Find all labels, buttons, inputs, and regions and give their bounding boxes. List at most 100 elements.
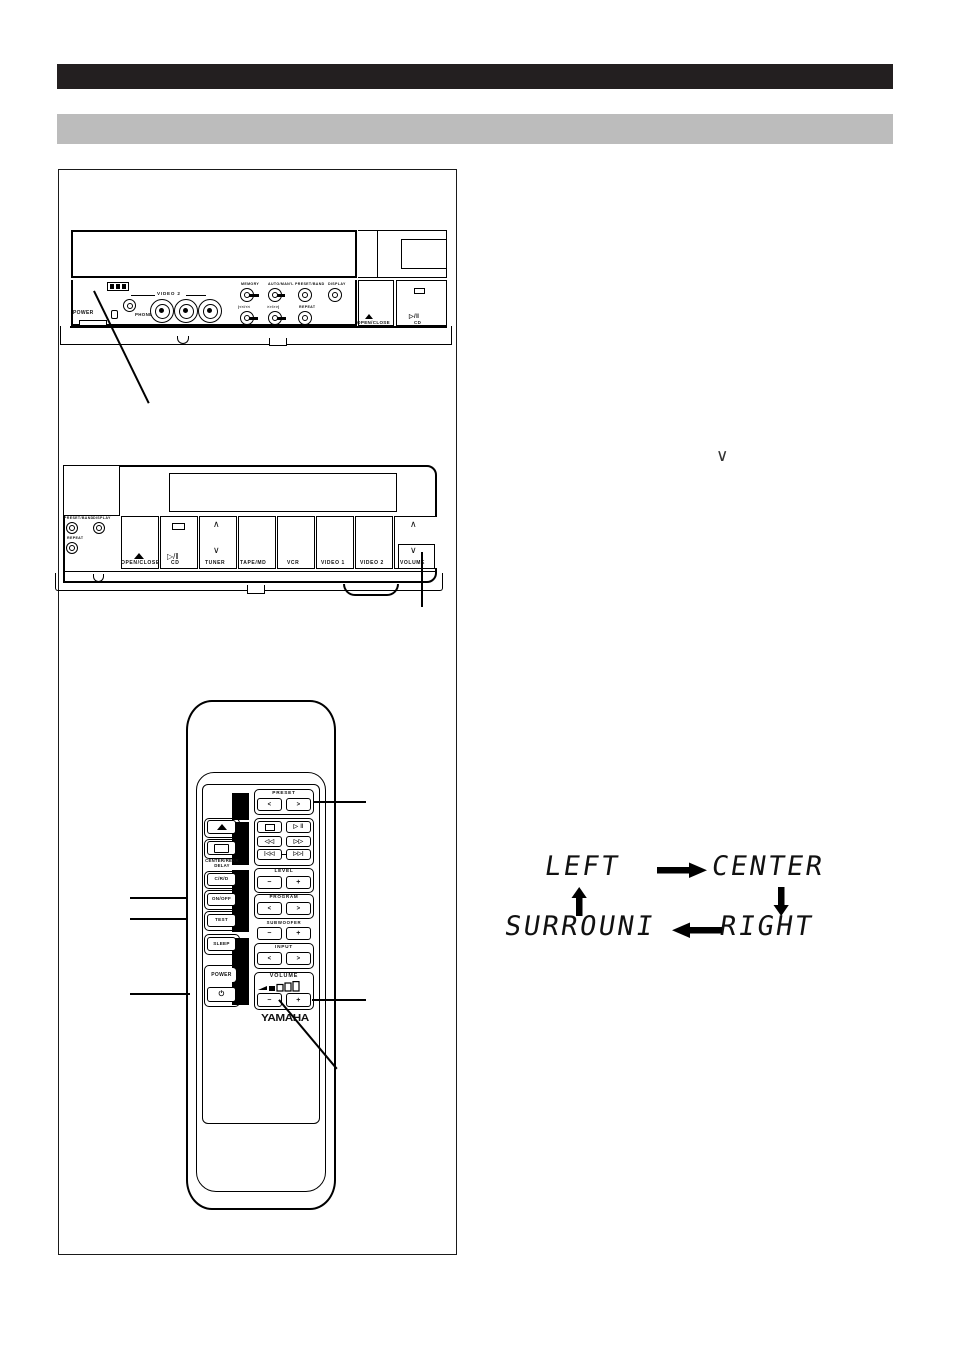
key-label-tape-md: TAPE/MD (240, 560, 267, 566)
chevron-up-icon: ∧ (410, 520, 417, 530)
chassis-foot (269, 338, 287, 346)
play-pause-button[interactable]: ▷ ‖ (286, 821, 311, 833)
display-knob-inner (331, 291, 339, 299)
on-off-button[interactable]: ON/OFF (207, 893, 236, 906)
remote-control-diagram: CENTER/REAR DELAY C/R/D ON/OFF TEST SLEE… (130, 700, 366, 1210)
arrow-up-icon (571, 887, 587, 916)
header-subheader-bar (57, 114, 893, 144)
next-track-button[interactable]: ▷▷| (286, 849, 311, 860)
preset-band-knob-lower-inner (69, 525, 76, 532)
stop-button[interactable] (257, 821, 282, 833)
center-rear-delay-label: CENTER/REAR DELAY (199, 858, 245, 868)
volume-label: VOLUME (269, 973, 299, 979)
rew-button[interactable]: ◁◁ (257, 836, 282, 847)
repeat-label: REPEAT (299, 305, 316, 309)
disc-tray-button[interactable] (207, 841, 236, 855)
chevron-down-icon: ∨ (213, 546, 220, 556)
repeat-knob-lower[interactable] (66, 542, 78, 554)
preset-right-button[interactable]: > (286, 798, 311, 811)
program-left-button[interactable]: < (257, 902, 282, 915)
segment-label-right: RIGHT (717, 911, 817, 942)
sleep-button[interactable]: SLEEP (207, 937, 236, 951)
auto-manl-label: AUTO/MAN'L (268, 282, 294, 286)
callout-line-preset (314, 801, 366, 803)
cd-key-area[interactable] (396, 280, 447, 326)
preset-band-knob[interactable] (298, 288, 312, 302)
video2-jack-1-pin (158, 307, 164, 313)
phones-toggle[interactable] (111, 310, 118, 319)
preset-band-label-lower: PRESET/BAND (64, 516, 94, 520)
level-minus-button[interactable]: − (257, 876, 282, 889)
video2-jack-2-pin (182, 307, 188, 313)
crd-button[interactable]: C/R/D (207, 873, 236, 886)
display-knob-lower-inner (96, 525, 103, 532)
test-button[interactable]: TEST (207, 914, 236, 927)
connector-pin-2 (116, 284, 120, 289)
memory-knob-stem (249, 294, 259, 298)
power-label: POWER (207, 968, 236, 982)
eject-icon (365, 314, 373, 319)
subwoofer-plus-button[interactable]: + (286, 927, 311, 940)
key-label-cd: CD (171, 560, 180, 566)
key-label-video-1: VIDEO 1 (321, 560, 345, 566)
eject-button[interactable] (207, 820, 236, 834)
key-label-video-2: VIDEO 2 (360, 560, 384, 566)
input-right-button[interactable]: > (286, 952, 311, 965)
preset-band-knob-lower[interactable] (66, 522, 78, 534)
remote-black-block-1 (232, 793, 249, 820)
auto-manl-knob-stem (277, 294, 285, 298)
phones-jack[interactable] (123, 299, 136, 312)
display-knob-lower[interactable] (93, 522, 105, 534)
arrow-left-icon (672, 922, 722, 938)
memory-label: MEMORY (241, 282, 260, 286)
crd-line2: DELAY (214, 862, 230, 868)
skip-fwd-stem (277, 317, 286, 321)
prev-track-button[interactable]: |◁◁ (257, 849, 282, 860)
connector-pin-1 (110, 284, 114, 289)
volume-plus-button[interactable]: + (286, 993, 311, 1007)
video2-jack-3[interactable] (198, 299, 222, 323)
display-window (169, 473, 397, 512)
ffwd-button[interactable]: ▷▷ (286, 836, 311, 847)
repeat-knob[interactable] (298, 311, 312, 325)
display-label-lower: DISPLAY (93, 516, 111, 520)
phones-jack-inner (126, 302, 133, 309)
arrow-down-icon (773, 887, 789, 916)
disc-tray-icon (214, 843, 229, 853)
video2-jack-3-pin (206, 307, 212, 313)
chevron-down-icon: ∨ (716, 446, 729, 466)
callout-line-standby (130, 993, 190, 995)
video2-jack-1[interactable] (150, 299, 174, 323)
speaker-cycle-diagram: LEFT CENTER SURROUNI RIGHT (503, 845, 925, 960)
segment-label-left: LEFT (542, 851, 623, 882)
repeat-knob-inner (301, 314, 309, 322)
program-right-button[interactable]: > (286, 902, 311, 915)
front-panel-upper-diagram: POWER PHONES VIDEO 2 MEMORY AUTO/MAN'L P… (60, 226, 452, 404)
key-label-open-close: OPEN/CLOSE (121, 560, 160, 566)
preset-left-button[interactable]: < (257, 798, 282, 811)
repeat-label-lower: REPEAT (67, 536, 84, 540)
subwoofer-minus-button[interactable]: − (257, 927, 282, 940)
front-panel-lower-diagram: PRESET/BAND DISPLAY REPEAT OPEN/CLOSE ▷/… (55, 457, 447, 607)
video2-jack-2[interactable] (174, 299, 198, 323)
level-plus-button[interactable]: + (286, 876, 311, 889)
callout-line-volume (421, 552, 423, 607)
video2-rule-left (131, 295, 155, 296)
eject-icon (134, 553, 144, 559)
connector-pin-3 (122, 284, 126, 289)
input-left-button[interactable]: < (257, 952, 282, 965)
display-knob[interactable] (328, 288, 342, 302)
display-label: DISPLAY (328, 282, 346, 286)
level-label: LEVEL (274, 869, 294, 874)
header-black-bar (57, 64, 893, 89)
upper-display-chassis (71, 230, 357, 278)
skip-back-label: |<</<< (238, 305, 251, 309)
volume-bargraph-icon (258, 981, 300, 992)
video2-label: VIDEO 2 (157, 291, 181, 296)
cd-indicator (414, 288, 425, 294)
lower-chassis-arc (343, 584, 399, 596)
program-label: PROGRAM (269, 894, 299, 899)
standby-button[interactable]: ⏻ (207, 987, 236, 1002)
yamaha-logo: YAMAHA (261, 1012, 309, 1024)
cd-label: CD (414, 320, 422, 325)
